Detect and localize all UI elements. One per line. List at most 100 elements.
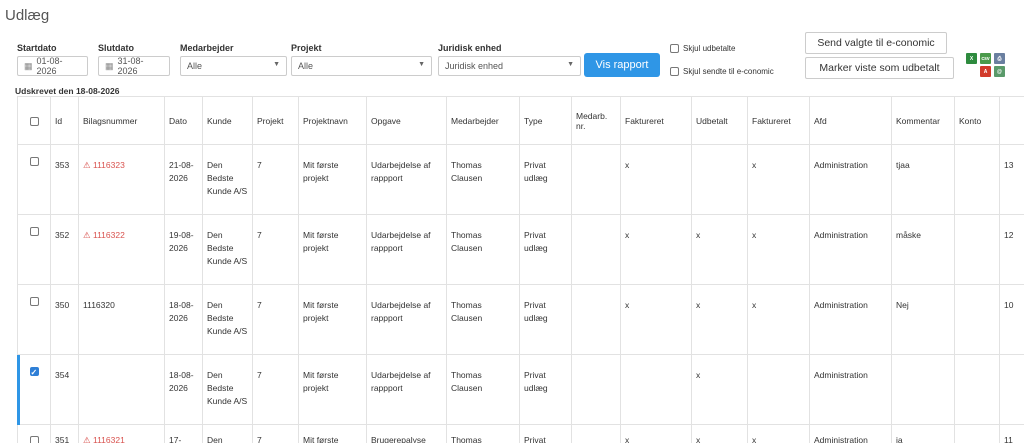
row-checkbox[interactable] <box>29 366 39 379</box>
slutdato-value: 31-08-2026 <box>117 56 144 76</box>
cell-opgave: Udarbejdelse af rappport <box>366 354 447 425</box>
column-header[interactable]: Medarb. nr. <box>571 96 621 145</box>
cell-type: Privat udlæg <box>519 214 572 285</box>
table-row[interactable]: 350 1116320 18-08-2026 Den Bedste Kunde A/S… <box>17 284 1024 355</box>
column-header[interactable]: Projektnavn <box>298 96 367 145</box>
pdf-export-icon[interactable]: A <box>980 66 991 77</box>
bilag-value: 1116323 <box>92 160 125 170</box>
cell-afd: Administration <box>809 354 892 425</box>
cell-medarb-nr <box>571 354 621 425</box>
startdato-value: 01-08-2026 <box>36 56 63 76</box>
cell-type: Privat udlæg <box>519 284 572 355</box>
cell-kunde: Den <box>202 424 253 443</box>
column-header[interactable]: Projekt <box>252 96 299 145</box>
skjul-udbetalte-checkbox[interactable] <box>670 44 679 53</box>
row-checkbox[interactable] <box>29 227 39 237</box>
cell-fakturerbar: x <box>620 424 692 443</box>
cell-udbetalt: x <box>691 424 748 443</box>
cell-extra: 10 <box>999 284 1024 355</box>
column-header[interactable]: Type <box>519 96 572 145</box>
row-select-cell[interactable] <box>17 284 51 355</box>
chevron-down-icon: ▼ <box>273 61 280 68</box>
cell-kommentar: måske <box>891 214 955 285</box>
column-header[interactable]: Kunde <box>202 96 253 145</box>
cell-projekt: 7 <box>252 424 299 443</box>
select-all-cell[interactable] <box>17 96 51 145</box>
row-checkbox[interactable] <box>29 436 39 443</box>
vis-rapport-button[interactable]: Vis rapport <box>584 53 660 77</box>
select-all-checkbox[interactable] <box>29 116 39 126</box>
column-header[interactable]: Dato <box>164 96 203 145</box>
cell-konto <box>954 354 1000 425</box>
skjul-udbetalte-option[interactable]: Skjul udbetalte <box>670 44 735 53</box>
mail-export-icon[interactable]: @ <box>994 66 1005 77</box>
warning-icon: ⚠ <box>83 435 93 443</box>
column-header[interactable]: Kommentar <box>891 96 955 145</box>
cell-id: 352 <box>50 214 79 285</box>
cell-faktureret: x <box>747 214 810 285</box>
cell-fakturerbar <box>620 354 692 425</box>
csv-export-icon[interactable]: csv <box>980 53 991 64</box>
marker-udbetalt-button[interactable]: Marker viste som udbetalt <box>805 57 954 79</box>
column-header[interactable]: Afd <box>809 96 892 145</box>
selected-row-indicator <box>17 355 20 425</box>
row-select-cell[interactable] <box>17 354 51 425</box>
juridisk-enhed-select[interactable]: Juridisk enhed ▼ <box>438 56 581 76</box>
excel-export-icon[interactable]: X <box>966 53 977 64</box>
cell-fakturerbar: x <box>620 144 692 215</box>
cell-faktureret: x <box>747 284 810 355</box>
skjul-sendte-checkbox[interactable] <box>670 67 679 76</box>
cell-medarb-nr <box>571 214 621 285</box>
table-header-row: Id Bilagsnummer Dato Kunde Projekt Proje… <box>17 96 1024 145</box>
cell-projekt: 7 <box>252 144 299 215</box>
cell-udbetalt: x <box>691 284 748 355</box>
cell-afd: Administration <box>809 284 892 355</box>
print-icon[interactable]: ⎙ <box>994 53 1005 64</box>
cell-dato: 19-08-2026 <box>164 214 203 285</box>
juridisk-enhed-label: Juridisk enhed <box>438 43 502 53</box>
startdato-field[interactable]: ▦ 01-08-2026 <box>17 56 88 76</box>
cell-konto <box>954 284 1000 355</box>
chevron-down-icon: ▼ <box>567 61 574 68</box>
column-header[interactable]: Udbetalt <box>691 96 748 145</box>
projekt-select[interactable]: Alle ▼ <box>291 56 432 76</box>
row-select-cell[interactable] <box>17 214 51 285</box>
cell-konto <box>954 144 1000 215</box>
cell-projektnavn: Mit første projekt <box>298 214 367 285</box>
cell-medarbejder: Thomas Clausen <box>446 214 520 285</box>
calendar-icon: ▦ <box>24 60 33 71</box>
column-header[interactable]: Konto <box>954 96 1000 145</box>
column-header[interactable]: Opgave <box>366 96 447 145</box>
startdato-label: Startdato <box>17 43 57 53</box>
table-row[interactable]: 353 ⚠ 1116323 21-08-2026 Den Bedste Kunde A… <box>17 144 1024 215</box>
cell-opgave: Brugerepalyse <box>366 424 447 443</box>
column-header[interactable]: Bilagsnummer <box>78 96 165 145</box>
slutdato-field[interactable]: ▦ 31-08-2026 <box>98 56 170 76</box>
cell-udbetalt: x <box>691 354 748 425</box>
table-row[interactable]: 352 ⚠ 1116322 19-08-2026 Den Bedste Kunde A… <box>17 214 1024 285</box>
printed-date: Udskrevet den 18-08-2026 <box>15 86 120 96</box>
row-select-cell[interactable] <box>17 424 51 443</box>
warning-icon: ⚠ <box>83 160 93 170</box>
table-row[interactable]: 351 ⚠ 1116321 17- Den 7 Mit første Brugerepaly… <box>17 424 1024 443</box>
medarbejder-select[interactable]: Alle ▼ <box>180 56 287 76</box>
cell-extra <box>999 354 1024 425</box>
row-checkbox[interactable] <box>29 157 39 167</box>
cell-id: 353 <box>50 144 79 215</box>
cell-kunde: Den Bedste Kunde A/S <box>202 144 253 215</box>
cell-medarbejder: Thomas Clausen <box>446 284 520 355</box>
column-header <box>999 96 1024 145</box>
cell-dato: 18-08-2026 <box>164 284 203 355</box>
column-header[interactable]: Medarbejder <box>446 96 520 145</box>
row-checkbox[interactable] <box>29 297 39 307</box>
cell-kunde: Den Bedste Kunde A/S <box>202 354 253 425</box>
skjul-sendte-option[interactable]: Skjul sendte til e-conomic <box>670 67 774 76</box>
column-header[interactable]: Id <box>50 96 79 145</box>
column-header[interactable]: Faktureret <box>620 96 692 145</box>
row-select-cell[interactable] <box>17 144 51 215</box>
table-row[interactable]: 354 18-08-2026Den Bedste Kunde A/S7Mit fø… <box>17 354 1024 425</box>
cell-afd: Administration <box>809 424 892 443</box>
send-valgte-button[interactable]: Send valgte til e-conomic <box>805 32 947 54</box>
column-header[interactable]: Faktureret <box>747 96 810 145</box>
cell-bilag <box>78 354 165 425</box>
